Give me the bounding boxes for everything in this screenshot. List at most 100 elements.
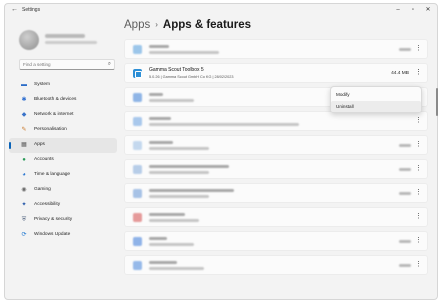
app-meta-blurred (149, 51, 219, 54)
more-options-icon[interactable]: ⋮ (415, 212, 422, 220)
more-options-icon[interactable]: ⋮ (415, 68, 422, 76)
sidebar-item-system[interactable]: ▬ System (9, 78, 117, 93)
app-row[interactable]: ⋮ (124, 255, 428, 275)
app-size: 44.4 MB (391, 71, 409, 76)
app-icon (133, 237, 142, 246)
app-meta-blurred (149, 147, 209, 150)
breadcrumb-separator: › (155, 20, 158, 29)
app-size-blurred (399, 264, 411, 267)
app-size-blurred (399, 48, 411, 51)
more-options-icon[interactable]: ⋮ (415, 116, 422, 124)
user-profile[interactable] (19, 30, 109, 52)
sidebar-item-label: Personalisation (34, 127, 67, 132)
app-row[interactable]: ⋮ (124, 111, 428, 131)
sidebar-item-network-internet[interactable]: ◆ Network & internet (9, 108, 117, 123)
windows-update-icon: ⟳ (21, 232, 27, 238)
network-icon: ◆ (21, 112, 27, 118)
title-bar: ← Settings – ▫ ✕ (5, 4, 437, 18)
more-options-icon[interactable]: ⋮ (415, 236, 422, 244)
sidebar-item-label: Network & internet (34, 112, 74, 117)
app-icon (133, 117, 142, 126)
app-meta-blurred (149, 267, 204, 270)
avatar (19, 30, 39, 50)
menu-item-label: Modify (336, 92, 350, 97)
sidebar-item-gaming[interactable]: ◉ Gaming (9, 183, 117, 198)
app-name: Gamma Scout Toolbox 5 (149, 67, 204, 73)
breadcrumb-apps-link[interactable]: Apps (124, 19, 150, 31)
app-row[interactable]: ⋮ (124, 183, 428, 203)
accounts-icon: ● (22, 157, 26, 163)
brush-icon: ✎ (21, 127, 27, 133)
shield-icon: ⛨ (21, 217, 27, 223)
time-icon: ◕ (22, 172, 26, 178)
more-options-icon[interactable]: ⋮ (415, 140, 422, 148)
accessibility-icon: ✦ (21, 202, 27, 208)
sidebar-item-personalisation[interactable]: ✎ Personalisation (9, 123, 117, 138)
scrollbar[interactable] (436, 88, 438, 116)
gaming-icon: ◉ (21, 187, 27, 193)
more-options-icon[interactable]: ⋮ (415, 164, 422, 172)
app-meta: 5.0.26 | Gamma Scout GmbH Co KG | 28/02/… (149, 75, 234, 79)
menu-item-modify[interactable]: Modify (331, 89, 421, 100)
sidebar-item-label: Bluetooth & devices (34, 97, 77, 102)
app-row[interactable]: ⋮ (124, 231, 428, 251)
app-name-blurred (149, 261, 177, 264)
sidebar-item-bluetooth-devices[interactable]: ✱ Bluetooth & devices (9, 93, 117, 108)
search-placeholder: Find a setting (23, 62, 51, 67)
maximize-button[interactable]: ▫ (408, 5, 418, 15)
sidebar-item-label: Accounts (34, 157, 54, 162)
app-row[interactable]: ⋮ (124, 39, 428, 59)
app-row-selected[interactable]: Gamma Scout Toolbox 5 5.0.26 | Gamma Sco… (124, 63, 428, 83)
sidebar-item-label: Apps (34, 142, 45, 147)
app-icon (133, 45, 142, 54)
sidebar-item-label: Windows Update (34, 232, 71, 237)
app-row[interactable]: ⋮ (124, 207, 428, 227)
app-icon (133, 189, 142, 198)
menu-item-uninstall[interactable]: Uninstall (331, 101, 421, 112)
app-name-blurred (149, 237, 167, 240)
minimize-button[interactable]: – (393, 5, 403, 15)
app-name-blurred (149, 189, 234, 192)
menu-item-label: Uninstall (336, 104, 354, 109)
app-meta-blurred (149, 219, 199, 222)
app-row[interactable]: ⋮ (124, 135, 428, 155)
page-title: Apps & features (162, 19, 252, 31)
sidebar-item-apps[interactable]: ▦ Apps (9, 138, 117, 153)
more-options-icon[interactable]: ⋮ (415, 188, 422, 196)
app-name-blurred (149, 213, 185, 216)
sidebar-item-privacy-security[interactable]: ⛨ Privacy & security (9, 213, 117, 228)
sidebar: Find a setting ⌕ ▬ System ✱ Bluetooth & dev… (5, 18, 120, 299)
more-options-icon[interactable]: ⋮ (415, 44, 422, 52)
app-name-blurred (149, 117, 171, 120)
app-icon (133, 213, 142, 222)
app-row[interactable]: ⋮ (124, 159, 428, 179)
close-button[interactable]: ✕ (423, 5, 433, 15)
app-icon (133, 165, 142, 174)
more-options-icon[interactable]: ⋮ (415, 260, 422, 268)
app-icon (133, 93, 142, 102)
sidebar-item-label: Privacy & security (34, 217, 73, 222)
app-name-blurred (149, 141, 173, 144)
back-arrow-icon[interactable]: ← (11, 6, 18, 13)
sidebar-nav: ▬ System ✱ Bluetooth & devices ◆ Network & in… (5, 78, 120, 243)
sidebar-item-label: Accessibility (34, 202, 61, 207)
sidebar-item-label: Time & language (34, 172, 71, 177)
app-icon (133, 69, 142, 78)
sidebar-item-time-language[interactable]: ◕ Time & language (9, 168, 117, 183)
sidebar-item-accounts[interactable]: ● Accounts (9, 153, 117, 168)
sidebar-item-accessibility[interactable]: ✦ Accessibility (9, 198, 117, 213)
user-name-blurred (45, 34, 85, 38)
system-icon: ▬ (21, 82, 27, 88)
sidebar-item-windows-update[interactable]: ⟳ Windows Update (9, 228, 117, 243)
breadcrumb: Apps › Apps & features (124, 19, 251, 31)
search-input[interactable]: Find a setting ⌕ (19, 59, 115, 70)
sidebar-item-label: Gaming (34, 187, 51, 192)
app-meta-blurred (149, 99, 194, 102)
app-meta-blurred (149, 171, 209, 174)
app-icon (133, 261, 142, 270)
window-title: Settings (22, 7, 41, 13)
bluetooth-icon: ✱ (21, 97, 27, 103)
sidebar-item-label: System (34, 82, 50, 87)
app-name-blurred (149, 165, 229, 168)
app-size-blurred (399, 168, 411, 171)
